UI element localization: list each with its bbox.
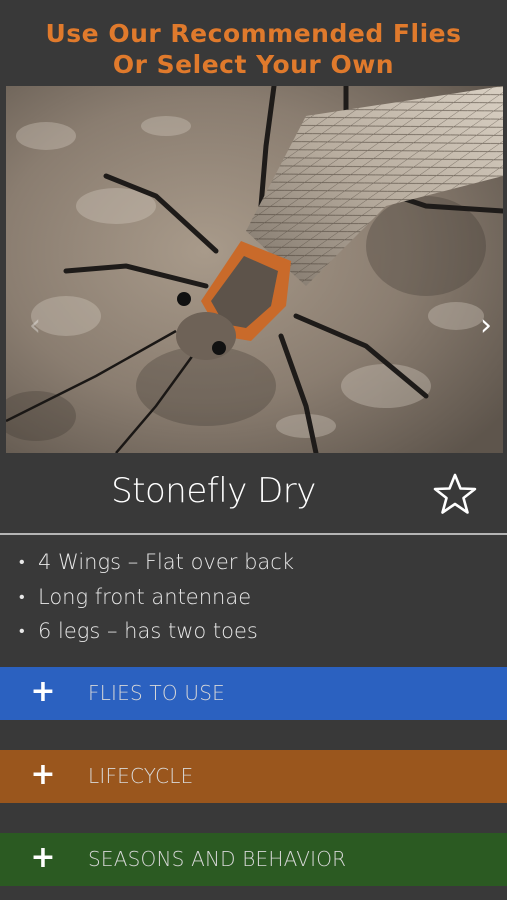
plus-icon: + <box>30 757 56 792</box>
section-flies-to-use[interactable]: + FLIES TO USE <box>0 667 507 720</box>
section-label: LIFECYCLE <box>88 764 194 788</box>
header-line-1: Use Our Recommended Flies <box>45 19 462 48</box>
trait-item: 6 legs – has two toes <box>0 614 507 649</box>
trait-item: 4 Wings – Flat over back <box>0 545 507 580</box>
section-label: SEASONS AND BEHAVIOR <box>88 847 347 871</box>
plus-icon: + <box>30 840 56 875</box>
stonefly-illustration <box>6 86 503 453</box>
section-label: FLIES TO USE <box>88 681 225 705</box>
fly-title: Stonefly Dry <box>111 471 316 511</box>
star-outline-icon[interactable] <box>433 473 477 515</box>
trait-list: 4 Wings – Flat over back Long front ante… <box>0 545 507 649</box>
plus-icon: + <box>30 674 56 709</box>
divider <box>0 533 507 535</box>
fly-title-row: Stonefly Dry <box>0 453 507 533</box>
chevron-right-icon[interactable]: › <box>471 311 501 341</box>
chevron-left-icon[interactable]: ‹ <box>20 311 50 341</box>
trait-item: Long front antennae <box>0 580 507 615</box>
section-seasons-and-behavior[interactable]: + SEASONS AND BEHAVIOR <box>0 833 507 886</box>
section-lifecycle[interactable]: + LIFECYCLE <box>0 750 507 803</box>
stonefly-photo[interactable]: ‹ › <box>6 86 503 453</box>
header-line-2: Or Select Your Own <box>112 50 395 79</box>
promo-header: Use Our Recommended Flies Or Select Your… <box>0 0 507 86</box>
